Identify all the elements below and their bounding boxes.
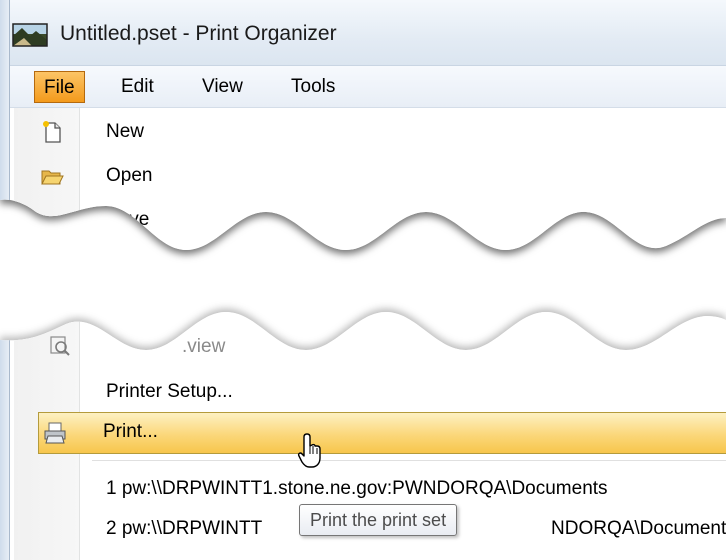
new-document-icon bbox=[40, 120, 64, 144]
menu-item-save[interactable]: Save bbox=[14, 200, 726, 242]
menu-tools[interactable]: Tools bbox=[282, 71, 344, 103]
menu-item-new[interactable]: New bbox=[14, 112, 726, 154]
menu-separator bbox=[92, 460, 726, 461]
window-frame-left bbox=[0, 0, 10, 260]
print-organizer-icon bbox=[12, 22, 48, 48]
menu-edit[interactable]: Edit bbox=[112, 71, 163, 103]
menu-bar: File Edit View Tools bbox=[10, 66, 726, 108]
bottom-window-clip: .view Printer Setup... Print... 1 pw:\\D… bbox=[0, 296, 726, 560]
tooltip: Print the print set bbox=[299, 504, 457, 536]
menu-item-print-preview[interactable]: .view bbox=[14, 328, 726, 370]
menu-item-save-label: Save bbox=[106, 209, 150, 230]
open-folder-icon bbox=[40, 164, 64, 188]
recent-file-1[interactable]: 1 pw:\\DRPWINTT1.stone.ne.gov:PWNDORQA\D… bbox=[106, 478, 608, 500]
recent-file-2[interactable]: 2 pw:\\DRPWINTT bbox=[106, 518, 262, 540]
menu-item-printer-setup[interactable]: Printer Setup... bbox=[14, 372, 726, 414]
menu-item-print[interactable]: Print... bbox=[38, 412, 726, 454]
bottom-window-fragment: .view Printer Setup... Print... 1 pw:\\D… bbox=[0, 296, 726, 560]
printer-icon bbox=[43, 421, 67, 445]
recent-file-2-tail[interactable]: NDORQA\Documents bbox=[551, 518, 726, 540]
menu-item-open[interactable]: Open bbox=[14, 156, 726, 198]
print-preview-icon bbox=[48, 334, 72, 358]
menu-item-print-preview-label: .view bbox=[182, 336, 226, 357]
menu-view[interactable]: View bbox=[193, 71, 252, 103]
menu-file[interactable]: File bbox=[34, 71, 85, 103]
window-frame-left-bottom bbox=[0, 296, 10, 560]
menu-item-new-label: New bbox=[106, 121, 145, 142]
mouse-pointer-icon bbox=[297, 432, 323, 470]
window-title: Untitled.pset - Print Organizer bbox=[60, 22, 337, 45]
top-window-fragment: Untitled.pset - Print Organizer File Edi… bbox=[0, 0, 726, 260]
menu-item-printer-setup-label: Printer Setup... bbox=[106, 381, 233, 402]
top-window-clip: Untitled.pset - Print Organizer File Edi… bbox=[0, 0, 726, 260]
menu-item-print-label: Print... bbox=[103, 421, 158, 442]
menu-item-open-label: Open bbox=[106, 165, 153, 186]
